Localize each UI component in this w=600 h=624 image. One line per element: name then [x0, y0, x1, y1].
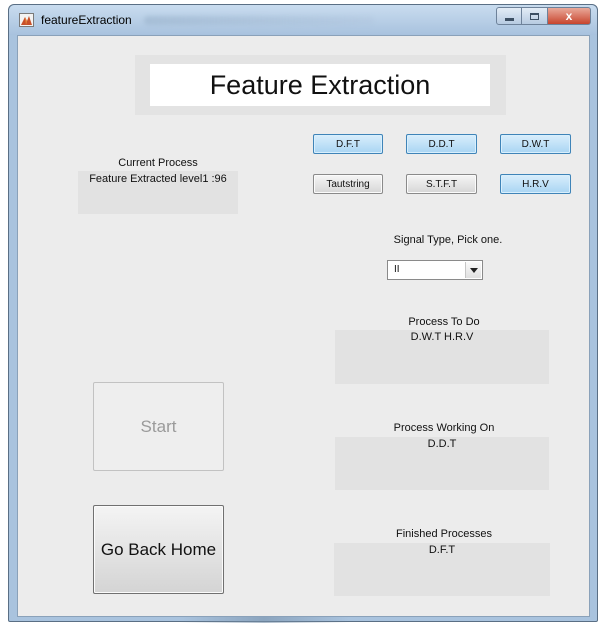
process-working-on-box: D.D.T [335, 437, 549, 490]
figure-client-area: Feature Extraction Current Process Featu… [17, 35, 590, 617]
hrv-button[interactable]: H.R.V [500, 174, 571, 194]
current-process-box: Feature Extracted level1 :96 [78, 171, 238, 214]
signal-type-dropdown[interactable]: II [387, 260, 483, 280]
finished-processes-box: D.F.T [334, 543, 550, 596]
window-bottom-edge [179, 617, 349, 623]
figure-window: featureExtraction x Feature Extraction C… [8, 4, 598, 623]
finished-processes-label: Finished Processes [396, 528, 492, 540]
current-process-value: Feature Extracted level1 :96 [89, 173, 227, 185]
title-panel: Feature Extraction [135, 55, 506, 115]
stft-button[interactable]: S.T.F.T [406, 174, 477, 194]
minimize-icon [497, 8, 521, 24]
dft-button[interactable]: D.F.T [313, 134, 383, 154]
dwt-button[interactable]: D.W.T [500, 134, 571, 154]
window-title: featureExtraction [41, 13, 132, 27]
ddt-button[interactable]: D.D.T [406, 134, 477, 154]
signal-type-label: Signal Type, Pick one. [393, 234, 503, 246]
process-to-do-label: Process To Do [408, 316, 480, 328]
matlab-figure-icon [19, 13, 34, 27]
window-titlebar[interactable]: featureExtraction x [9, 5, 597, 35]
tautstring-button[interactable]: Tautstring [313, 174, 383, 194]
process-to-do-box: D.W.T H.R.V [335, 330, 549, 384]
finished-processes-value: D.F.T [428, 544, 456, 556]
maximize-button[interactable] [522, 7, 548, 25]
maximize-icon [522, 8, 547, 24]
window-controls: x [496, 7, 591, 27]
close-icon: x [565, 9, 573, 23]
chevron-down-icon[interactable] [465, 262, 481, 278]
page-title: Feature Extraction [150, 64, 490, 106]
go-back-home-button[interactable]: Go Back Home [93, 505, 224, 594]
process-to-do-value: D.W.T H.R.V [410, 331, 474, 343]
signal-type-selected: II [394, 264, 400, 275]
close-button[interactable]: x [548, 7, 591, 25]
current-process-label: Current Process [118, 157, 198, 169]
process-working-on-label: Process Working On [393, 422, 495, 434]
title-path-blurred [144, 16, 374, 25]
process-working-on-value: D.D.T [427, 438, 457, 450]
minimize-button[interactable] [496, 7, 522, 25]
start-button[interactable]: Start [93, 382, 224, 471]
